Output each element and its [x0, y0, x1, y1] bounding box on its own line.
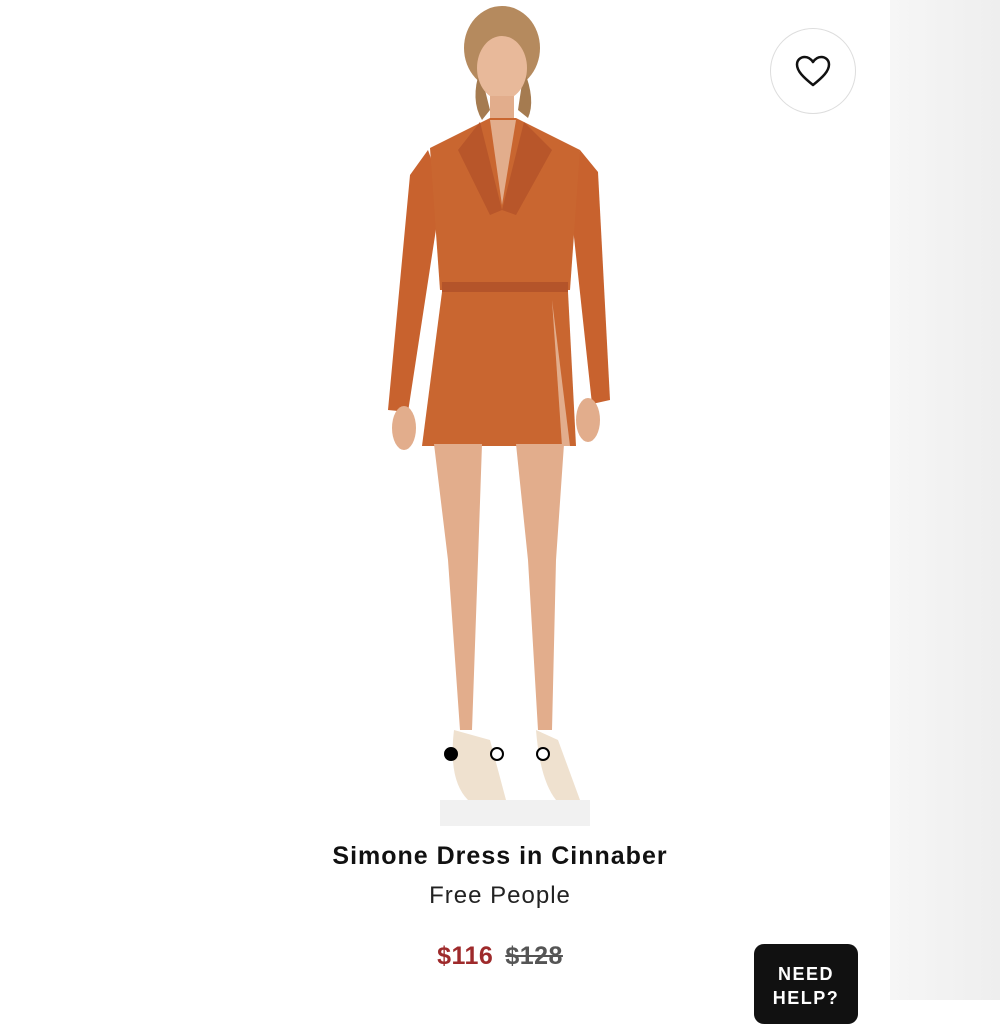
gallery-dot-1[interactable]: [444, 747, 458, 761]
gallery-dot-2[interactable]: [490, 747, 504, 761]
product-title: Simone Dress in Cinnaber: [332, 842, 668, 870]
product-image[interactable]: [330, 0, 670, 830]
product-brand[interactable]: Free People: [0, 882, 1000, 910]
sale-price: $116: [437, 942, 494, 970]
need-help-button[interactable]: NEED HELP?: [754, 944, 858, 1024]
gallery-pagination: [444, 746, 550, 762]
original-price: $128: [505, 942, 563, 970]
favorite-button[interactable]: [770, 28, 856, 114]
heart-outline-icon: [795, 55, 831, 87]
gallery-dot-3[interactable]: [536, 747, 550, 761]
